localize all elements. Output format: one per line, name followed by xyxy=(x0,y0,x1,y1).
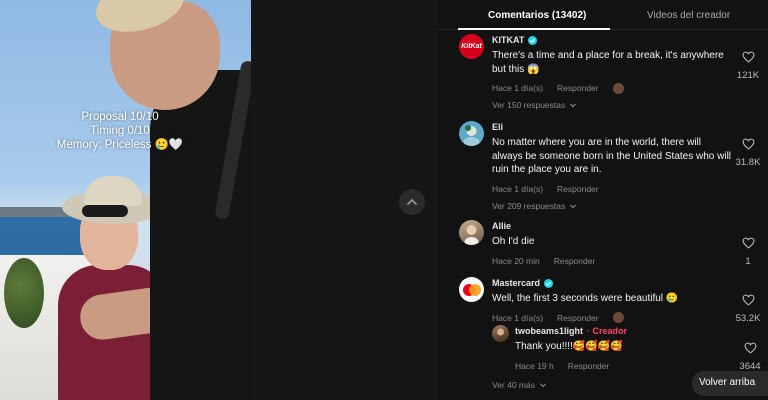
view-more-label: Ver 40 más xyxy=(492,380,535,390)
comment-meta: Hace 1 día(s) Responder xyxy=(492,82,732,94)
mastercard-logo-icon xyxy=(462,283,481,296)
avatar[interactable] xyxy=(459,220,484,245)
username-text: Eli xyxy=(492,122,504,132)
chevron-down-icon xyxy=(570,204,577,208)
avatar[interactable] xyxy=(459,277,484,302)
like-count: 31.8K xyxy=(735,157,761,168)
user-photo-icon xyxy=(497,328,504,336)
comment-meta: Hace 1 día(s) Responder xyxy=(492,312,732,324)
comment-text: There's a time and a place for a break, … xyxy=(492,50,724,75)
comment-text: Oh I'd die xyxy=(492,236,535,247)
creator-tag: · Creador xyxy=(587,326,628,336)
chevron-down-icon xyxy=(570,103,577,108)
comment-time: Hace 1 día(s) xyxy=(492,83,544,93)
reply-button[interactable]: Responder xyxy=(568,361,610,371)
previous-video-button[interactable] xyxy=(399,189,425,215)
avatar[interactable]: KitKat xyxy=(459,34,484,59)
comment-time: Hace 1 día(s) xyxy=(492,183,544,194)
like-button[interactable]: 53.2K xyxy=(728,293,768,324)
view-replies-label: Ver 209 respuestas xyxy=(492,200,566,211)
heart-icon xyxy=(742,237,754,249)
reply-button[interactable]: Responder xyxy=(557,184,599,194)
heart-icon xyxy=(742,51,754,63)
kitkat-logo-text: KitKat xyxy=(461,43,482,50)
creator-liked-avatar-icon xyxy=(612,312,624,323)
tab-creator-videos[interactable]: Videos del creador xyxy=(647,10,730,21)
verified-badge-icon xyxy=(528,35,538,45)
heart-icon xyxy=(742,294,754,306)
comment-time: Hace 20 min xyxy=(492,255,540,266)
creator-liked-avatar-icon xyxy=(612,82,624,94)
chevron-down-icon xyxy=(540,383,546,388)
comment-text: Well, the first 3 seconds were beautiful… xyxy=(492,293,679,304)
video-player[interactable]: Proposal 10/10 Timing 0/10 Memory: Price… xyxy=(0,0,251,400)
view-more-button[interactable]: Ver 40 más xyxy=(492,380,547,390)
username-text: twobeams1light xyxy=(515,326,584,336)
reply-body: twobeams1light · Creador Thank you!!!!🥰🥰… xyxy=(515,325,715,372)
like-count: 121K xyxy=(736,70,760,81)
user-photo-icon xyxy=(464,225,479,245)
reply-text: Thank you!!!!🥰🥰🥰🥰 xyxy=(515,341,623,352)
comments-panel: Comentarios (13402) Videos del creador K… xyxy=(438,0,768,400)
overlay-line: Proposal 10/10 xyxy=(81,111,159,123)
heart-icon xyxy=(744,342,756,354)
overlay-line: Memory: Priceless 🥲🤍 xyxy=(56,139,184,151)
comment-body: Allie Oh I'd die Hace 20 min Responder xyxy=(492,220,732,267)
reply-username[interactable]: twobeams1light · Creador xyxy=(515,325,715,337)
reply-time: Hace 19 h xyxy=(515,360,554,371)
comment-username[interactable]: Eli xyxy=(492,121,732,133)
video-caption-overlay: Proposal 10/10 Timing 0/10 Memory: Price… xyxy=(50,110,190,152)
view-replies-label: Ver 150 respuestas xyxy=(492,100,566,110)
distant-cliff xyxy=(0,207,70,217)
woman-hat-top xyxy=(84,176,142,206)
heart-icon xyxy=(742,138,754,150)
comment-username[interactable]: Mastercard xyxy=(492,277,732,289)
back-to-top-button[interactable]: Volver arriba xyxy=(692,371,768,396)
comment-body: Mastercard Well, the first 3 seconds wer… xyxy=(492,277,732,324)
panel-tabs: Comentarios (13402) Videos del creador xyxy=(438,0,768,30)
comment-meta: Hace 20 min Responder xyxy=(492,255,732,267)
comment-meta: Hace 1 día(s) Responder xyxy=(492,183,732,195)
chevron-up-icon xyxy=(407,198,417,205)
plant xyxy=(4,258,44,328)
comment-text: No matter where you are in the world, th… xyxy=(492,137,732,175)
like-count: 1 xyxy=(745,256,751,267)
tab-comments[interactable]: Comentarios (13402) xyxy=(488,10,586,21)
reply-button[interactable]: Responder xyxy=(557,83,599,93)
comment-username[interactable]: Allie xyxy=(492,220,732,232)
active-tab-indicator xyxy=(458,28,610,30)
avatar[interactable] xyxy=(459,121,484,146)
view-replies-button[interactable]: Ver 150 respuestas xyxy=(492,100,732,110)
like-button[interactable]: 1 xyxy=(728,236,768,267)
reply-button[interactable]: Responder xyxy=(557,313,599,323)
view-replies-button[interactable]: Ver 209 respuestas xyxy=(492,201,732,211)
like-button[interactable]: 121K xyxy=(728,50,768,81)
verified-badge-icon xyxy=(544,278,554,288)
reply-meta: Hace 19 h Responder xyxy=(515,360,715,372)
like-button[interactable]: 31.8K xyxy=(728,137,768,168)
like-button[interactable]: 3644 xyxy=(730,341,768,372)
avatar[interactable] xyxy=(492,325,509,342)
username-text: Mastercard xyxy=(492,278,541,288)
comment-body: Eli No matter where you are in the world… xyxy=(492,121,732,211)
like-count: 53.2K xyxy=(735,313,761,324)
overlay-line: Timing 0/10 xyxy=(90,125,150,137)
username-text: KITKAT xyxy=(492,35,525,45)
woman-sunglasses xyxy=(82,205,128,217)
comment-body: KITKAT There's a time and a place for a … xyxy=(492,34,732,110)
user-avatar-icon xyxy=(463,125,480,146)
comment-time: Hace 1 día(s) xyxy=(492,312,544,323)
username-text: Allie xyxy=(492,221,512,231)
comment-username[interactable]: KITKAT xyxy=(492,34,732,46)
reply-button[interactable]: Responder xyxy=(554,256,596,266)
